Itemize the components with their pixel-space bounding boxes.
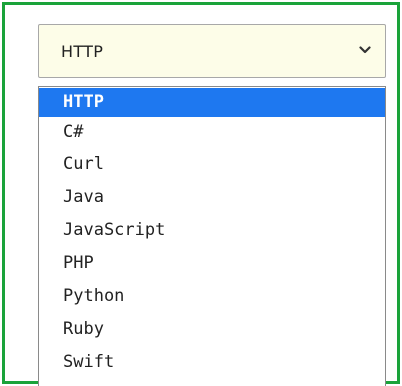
option-swift[interactable]: Swift: [39, 348, 385, 377]
chevron-down-icon: [359, 46, 371, 54]
option-curl[interactable]: Curl: [39, 150, 385, 179]
language-select[interactable]: HTTP: [38, 24, 386, 78]
language-select-value: HTTP: [61, 42, 104, 61]
option-java[interactable]: Java: [39, 183, 385, 212]
language-dropdown-list: HTTP C# Curl Java JavaScript PHP Python …: [38, 86, 386, 386]
option-javascript[interactable]: JavaScript: [39, 216, 385, 245]
option-php[interactable]: PHP: [39, 249, 385, 278]
option-http[interactable]: HTTP: [39, 88, 385, 117]
option-csharp[interactable]: C#: [39, 118, 385, 147]
code-language-panel: HTTP HTTP C# Curl Java JavaScript PHP Py…: [2, 2, 400, 386]
option-python[interactable]: Python: [39, 282, 385, 311]
option-ruby[interactable]: Ruby: [39, 315, 385, 344]
